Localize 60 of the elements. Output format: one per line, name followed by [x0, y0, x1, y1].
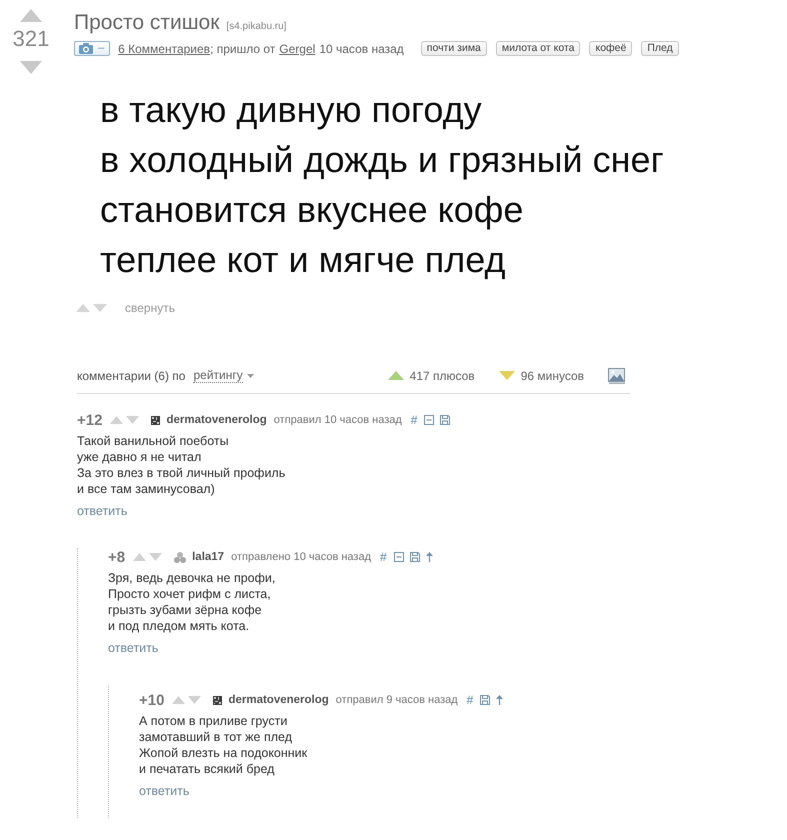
- downvote-icon[interactable]: [126, 416, 140, 424]
- upvote-icon[interactable]: [133, 553, 146, 561]
- comment-text: Зря, ведь девочка не профи, Просто хочет рифм с листа, грызть зубами зёрна кофе и под пледом мять кота.: [108, 570, 276, 634]
- reply-link[interactable]: ответить: [108, 640, 158, 656]
- downvote-icon[interactable]: [93, 304, 107, 312]
- post-rating: 321: [12, 26, 50, 52]
- tag[interactable]: почти зима: [420, 41, 487, 56]
- post-source: [s4.pikabu.ru]: [226, 21, 286, 32]
- sort-link[interactable]: рейтингу: [193, 368, 243, 382]
- pixel-avatar-icon: [213, 696, 222, 704]
- post-time: 10 часов назад: [319, 42, 404, 56]
- reply-link[interactable]: ответить: [139, 783, 190, 799]
- pixel-avatar-icon: [151, 416, 160, 424]
- pluses-count: 417 плюсов: [410, 368, 475, 382]
- save-icon[interactable]: [440, 415, 450, 425]
- save-icon[interactable]: [480, 695, 490, 705]
- up-arrow-icon[interactable]: [426, 552, 433, 562]
- comment-score: +12: [77, 412, 102, 428]
- caret-icon[interactable]: [246, 374, 254, 378]
- collapse-icon[interactable]: [394, 552, 404, 562]
- minuses-count: 96 минусов: [520, 368, 584, 382]
- comment-time: отправлено 10 часов назад: [231, 551, 372, 563]
- comment-author[interactable]: dermatovenerolog: [228, 694, 329, 706]
- comment-time: отправил 10 часов назад: [274, 414, 402, 426]
- post-meta-text: ; пришло от: [210, 42, 276, 56]
- upvote-icon[interactable]: [172, 696, 186, 704]
- default-avatar-icon: [174, 552, 186, 562]
- comment-author[interactable]: dermatovenerolog: [166, 414, 267, 426]
- camera-icon: [79, 43, 93, 54]
- downvote-icon[interactable]: [188, 696, 202, 704]
- comment-time: отправил 9 часов назад: [336, 694, 458, 706]
- upvote-icon[interactable]: [76, 304, 90, 312]
- comment-score: +8: [108, 548, 126, 566]
- comments-count: комментарии (6) по: [77, 368, 186, 382]
- comment-text: А потом в приливе грусти замотавший в тот же плед Жопой влезть на подоконник и печатать всякий бред: [139, 713, 308, 777]
- permalink[interactable]: #: [466, 693, 474, 707]
- collapse-icon[interactable]: [424, 415, 434, 425]
- comments-link[interactable]: 6 Комментариев: [118, 42, 210, 56]
- tag[interactable]: кофеё: [589, 41, 632, 56]
- upvote-icon[interactable]: [20, 9, 42, 22]
- image-icon[interactable]: [608, 368, 625, 384]
- reply-link[interactable]: ответить: [77, 503, 128, 519]
- downvote-icon[interactable]: [149, 553, 162, 561]
- permalink[interactable]: #: [410, 413, 418, 427]
- tag[interactable]: милота от кота: [496, 41, 580, 56]
- tag[interactable]: Плед: [641, 41, 679, 56]
- downvote-icon[interactable]: [20, 61, 42, 74]
- author-link[interactable]: Gergel: [279, 42, 316, 56]
- down-triangle-icon: [498, 371, 515, 380]
- camera-button[interactable]: –: [74, 41, 110, 56]
- up-triangle-icon: [388, 371, 404, 380]
- upvote-icon[interactable]: [110, 416, 124, 424]
- poem-text: в такую дивную погоду в холодный дождь и грязный снег становится вкуснее кофе теплее кот и мягче плед: [100, 88, 665, 282]
- save-icon[interactable]: [410, 552, 420, 562]
- permalink[interactable]: #: [380, 550, 387, 564]
- comment-score: +10: [139, 692, 164, 708]
- comment-author[interactable]: lala17: [192, 551, 224, 563]
- up-arrow-icon[interactable]: [496, 695, 504, 705]
- post-title[interactable]: Просто стишок: [74, 11, 220, 35]
- comment-text: Такой ванильной поеботы уже давно я не читал За это влез в твой личный профиль и все там заминусовал): [77, 433, 286, 497]
